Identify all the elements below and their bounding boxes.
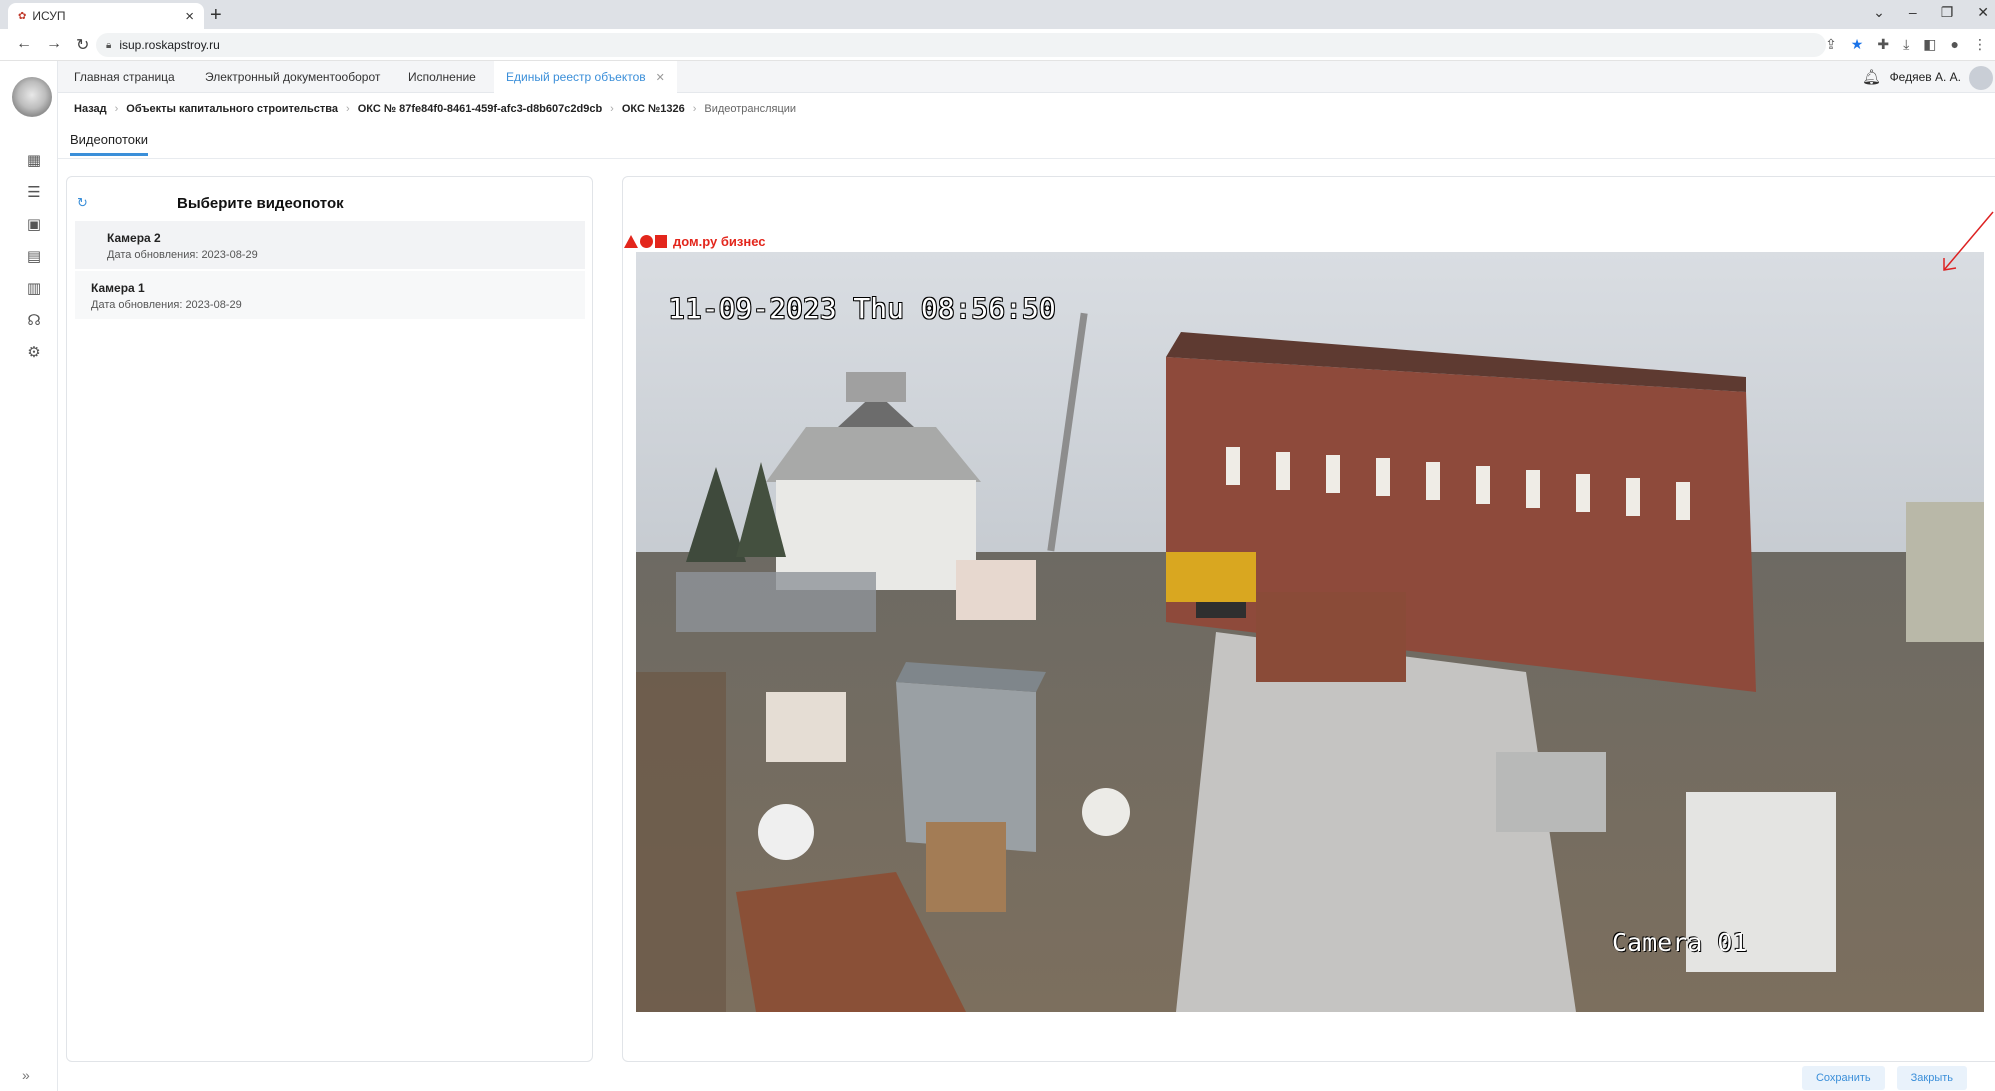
url-field[interactable]: 🔒︎ isup.roskapstroy.ru — [96, 33, 1826, 57]
divider — [58, 158, 1995, 159]
extensions-icon[interactable]: ✚ — [1877, 36, 1889, 53]
download-icon[interactable]: ⤓ — [1903, 36, 1909, 53]
camera-date: Дата обновления: 2023-08-29 — [91, 299, 242, 311]
close-button[interactable]: Закрыть — [1896, 1066, 1967, 1090]
provider-logo-text: дом.ру бизнес — [673, 234, 766, 249]
gear-icon[interactable]: ⚙ — [24, 343, 44, 363]
tab-edo[interactable]: Электронный документооборот — [205, 61, 380, 93]
close-tab-icon[interactable]: ✕ — [656, 72, 665, 84]
reload-icon[interactable]: ↻ — [76, 35, 89, 55]
chevron-right-icon: › — [692, 103, 697, 115]
window-controls: ⌄ – ❐ ✕ — [1873, 4, 1989, 21]
calendar-icon[interactable]: ▣ — [24, 215, 44, 235]
panel-title: Выберите видеопоток — [177, 195, 344, 212]
save-button[interactable]: Сохранить — [1801, 1066, 1885, 1090]
tab-search-icon[interactable]: ⌄ — [1873, 4, 1885, 21]
support-icon[interactable]: ☊ — [24, 311, 44, 331]
video-frame — [636, 252, 1984, 1012]
menu-icon[interactable]: ⋮ — [1973, 36, 1987, 53]
expand-sidebar-icon[interactable]: » — [22, 1067, 30, 1083]
app-sidebar: ▦ ☰ ▣ ▤ ▥ ☊ ⚙ » — [0, 61, 58, 1091]
tab-videostreams[interactable]: Видеопотоки — [70, 132, 148, 156]
browser-tab-title: ИСУП — [32, 9, 66, 23]
chevron-right-icon: › — [610, 103, 614, 115]
camera-date: Дата обновления: 2023-08-29 — [107, 249, 258, 261]
buildings-icon[interactable]: ▦ — [24, 151, 44, 171]
breadcrumb-oks-id[interactable]: ОКС № 87fe84f0-8461-459f-afc3-d8b607c2d9… — [358, 103, 602, 115]
browser-tabstrip: ✿ ИСУП × + ⌄ – ❐ ✕ — [0, 0, 1995, 29]
address-bar: ← → ↻ 🔒︎ isup.roskapstroy.ru ⇪ ★ ✚ ⤓ ◧ ●… — [0, 29, 1995, 61]
documents-icon[interactable]: ▤ — [24, 247, 44, 267]
stream-list-panel: ↻ Выберите видеопоток Камера 2 Дата обно… — [66, 176, 593, 1062]
app-tabs: Главная страница Электронный документооб… — [58, 61, 1995, 93]
osd-datetime: 11-09-2023 Thu 08:56:50 — [668, 292, 1056, 325]
tab-home[interactable]: Главная страница — [74, 61, 175, 93]
chevron-right-icon: › — [114, 103, 119, 115]
new-tab-button[interactable]: + — [210, 4, 222, 27]
provider-logo: дом.ру бизнес — [624, 234, 766, 249]
osd-camera-label: Camera 01 — [1612, 928, 1748, 957]
url-text: isup.roskapstroy.ru — [119, 38, 220, 52]
forward-icon[interactable]: → — [46, 35, 62, 55]
chevron-right-icon: › — [346, 103, 350, 115]
video-player[interactable]: 11-09-2023 Thu 08:56:50 Camera 01 — [636, 252, 1984, 1012]
avatar[interactable] — [1969, 66, 1993, 90]
profile-icon[interactable]: ● — [1951, 36, 1959, 53]
bell-icon[interactable]: 🔔︎ — [1862, 68, 1881, 86]
footer-actions: Сохранить Закрыть — [1801, 1066, 1967, 1090]
breadcrumb-oks-list[interactable]: Объекты капитального строительства — [126, 103, 338, 115]
sidepanel-icon[interactable]: ◧ — [1923, 36, 1936, 53]
lock-icon: 🔒︎ — [106, 39, 112, 51]
breadcrumb-back[interactable]: Назад — [74, 103, 107, 115]
tab-registry-label: Единый реестр объектов — [506, 70, 646, 84]
close-window-icon[interactable]: ✕ — [1977, 4, 1989, 21]
breadcrumb-oks-number[interactable]: ОКС №1326 — [622, 103, 685, 115]
close-tab-icon[interactable]: × — [185, 8, 194, 25]
user-name[interactable]: Федяев А. А. — [1890, 70, 1961, 84]
tab-execution[interactable]: Исполнение — [408, 61, 476, 93]
back-icon[interactable]: ← — [16, 35, 32, 55]
list-icon[interactable]: ☰ — [24, 183, 44, 203]
camera-name: Камера 2 — [107, 231, 161, 245]
provider-logo-mark — [624, 235, 667, 248]
list-item[interactable]: Камера 1 Дата обновления: 2023-08-29 — [75, 271, 585, 319]
breadcrumb: Назад › Объекты капитального строительст… — [74, 103, 796, 115]
list-item[interactable]: Камера 2 Дата обновления: 2023-08-29 — [75, 221, 585, 269]
site-favicon-icon: ✿ — [18, 10, 27, 22]
reports-icon[interactable]: ▥ — [24, 279, 44, 299]
breadcrumb-current: Видеотрансляции — [704, 103, 797, 115]
refresh-icon[interactable]: ↻ — [77, 195, 88, 211]
browser-tab[interactable]: ✿ ИСУП × — [8, 3, 204, 29]
annotation-arrow-icon — [1943, 211, 1994, 271]
bookmark-star-icon[interactable]: ★ — [1851, 36, 1864, 53]
minimize-icon[interactable]: – — [1909, 4, 1917, 21]
emblem-logo — [12, 77, 52, 117]
share-icon[interactable]: ⇪ — [1825, 36, 1837, 53]
camera-name: Камера 1 — [91, 281, 145, 295]
tab-registry[interactable]: Единый реестр объектов ✕ — [494, 61, 677, 93]
restore-icon[interactable]: ❐ — [1941, 4, 1954, 21]
